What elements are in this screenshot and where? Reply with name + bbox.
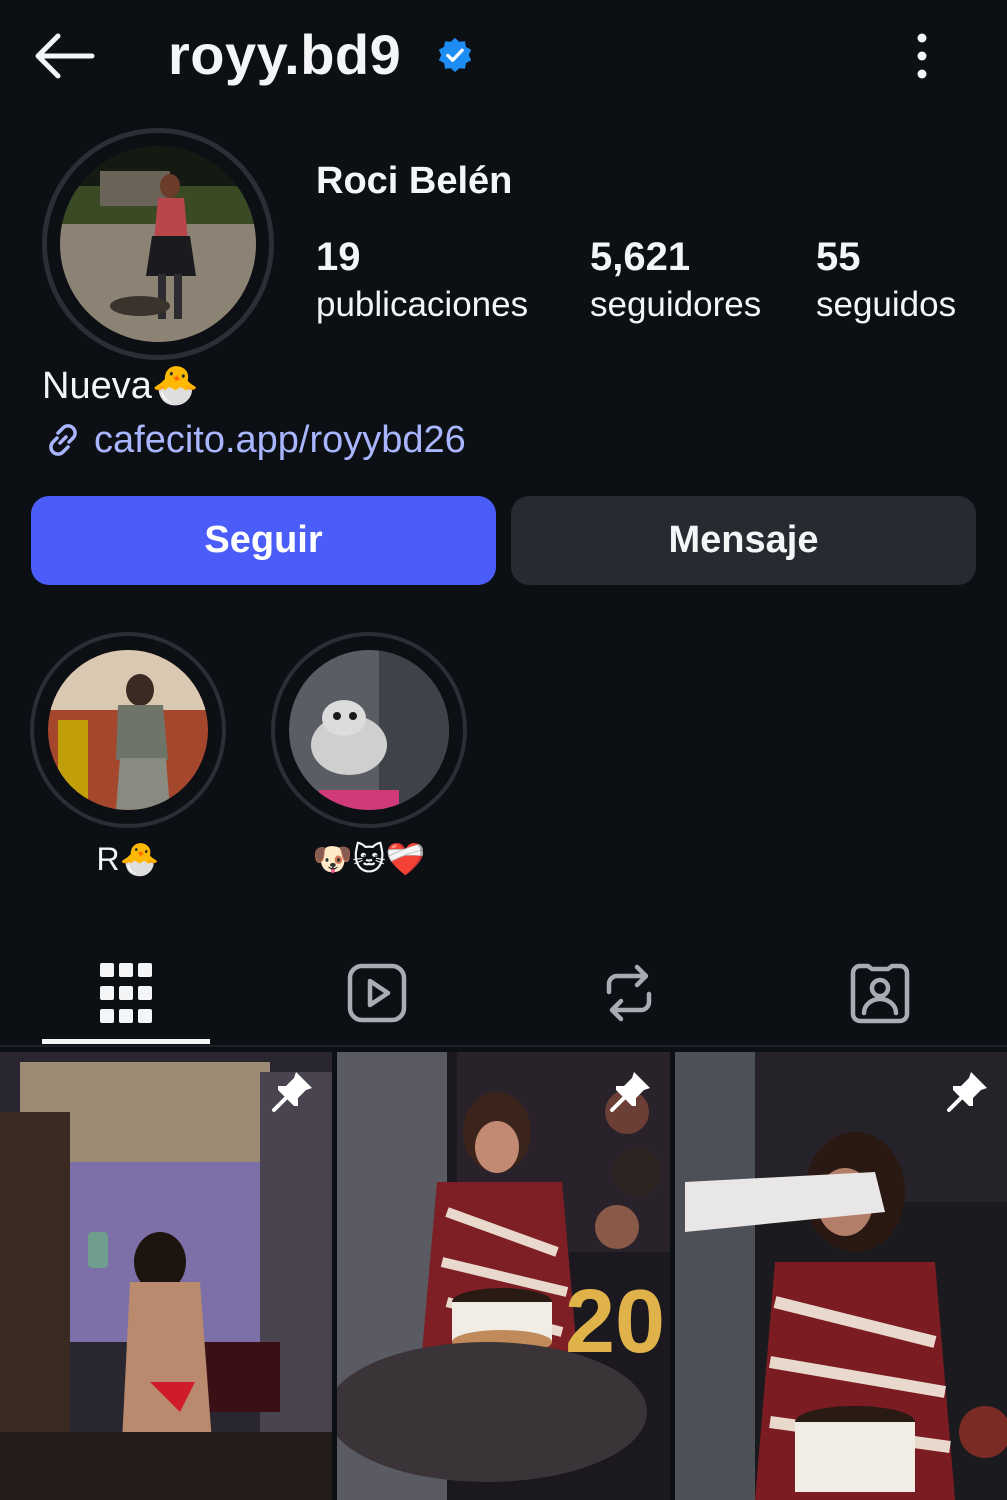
reposts-icon bbox=[606, 964, 652, 1022]
profile-full-name: Roci Belén bbox=[316, 160, 513, 202]
posts-label: publicaciones bbox=[316, 285, 529, 324]
highlight-label: R🐣 bbox=[96, 841, 160, 877]
svg-text:20: 20 bbox=[565, 1272, 665, 1372]
posts-count: 19 bbox=[316, 235, 361, 279]
pinned-icon bbox=[272, 1072, 312, 1112]
tagged-icon bbox=[850, 963, 910, 1024]
following-label: seguidos bbox=[816, 285, 957, 324]
posts-stat[interactable]: 19 publicaciones bbox=[316, 232, 528, 328]
post-thumbnail[interactable] bbox=[675, 1052, 1007, 1500]
profile-tabs bbox=[0, 935, 1007, 1047]
back-arrow-icon[interactable] bbox=[30, 28, 96, 84]
profile-link[interactable]: cafecito.app/royybd26 bbox=[42, 416, 466, 464]
profile-link-text[interactable]: cafecito.app/royybd26 bbox=[94, 419, 466, 462]
reels-icon bbox=[347, 963, 407, 1023]
post-thumbnail[interactable]: 20 bbox=[337, 1052, 670, 1500]
pinned-icon bbox=[947, 1072, 987, 1112]
profile-bio: Nueva🐣 bbox=[42, 365, 200, 407]
message-button[interactable]: Mensaje bbox=[511, 496, 976, 585]
pinned-icon bbox=[610, 1072, 650, 1112]
followers-label: seguidores bbox=[590, 285, 762, 324]
following-stat[interactable]: 55 seguidos bbox=[816, 232, 956, 328]
profile-username: royy.bd9 bbox=[168, 23, 402, 86]
tab-reels[interactable] bbox=[293, 945, 461, 1041]
tab-tagged[interactable] bbox=[796, 945, 964, 1041]
highlight-label: 🐶🐱❤️‍🩹 bbox=[312, 841, 426, 877]
highlight-ring bbox=[30, 632, 226, 828]
top-bar: royy.bd9 bbox=[0, 0, 1007, 110]
active-tab-indicator bbox=[42, 1039, 210, 1044]
follow-button[interactable]: Seguir bbox=[31, 496, 496, 585]
profile-avatar[interactable] bbox=[60, 146, 256, 342]
following-count: 55 bbox=[816, 235, 861, 279]
more-options-icon[interactable] bbox=[902, 30, 942, 82]
highlight-cover bbox=[289, 650, 449, 810]
post-thumbnail[interactable] bbox=[0, 1052, 332, 1500]
story-highlight[interactable]: 🐶🐱❤️‍🩹 bbox=[271, 632, 467, 878]
followers-count: 5,621 bbox=[590, 235, 691, 279]
tab-reposts[interactable] bbox=[545, 945, 713, 1041]
link-icon bbox=[49, 424, 77, 456]
story-highlight[interactable]: R🐣 bbox=[30, 632, 226, 878]
verified-badge-icon bbox=[436, 36, 474, 74]
highlight-ring bbox=[271, 632, 467, 828]
tab-grid[interactable] bbox=[42, 945, 210, 1041]
followers-stat[interactable]: 5,621 seguidores bbox=[590, 232, 761, 328]
highlight-cover bbox=[48, 650, 208, 810]
grid-icon bbox=[100, 963, 152, 1023]
